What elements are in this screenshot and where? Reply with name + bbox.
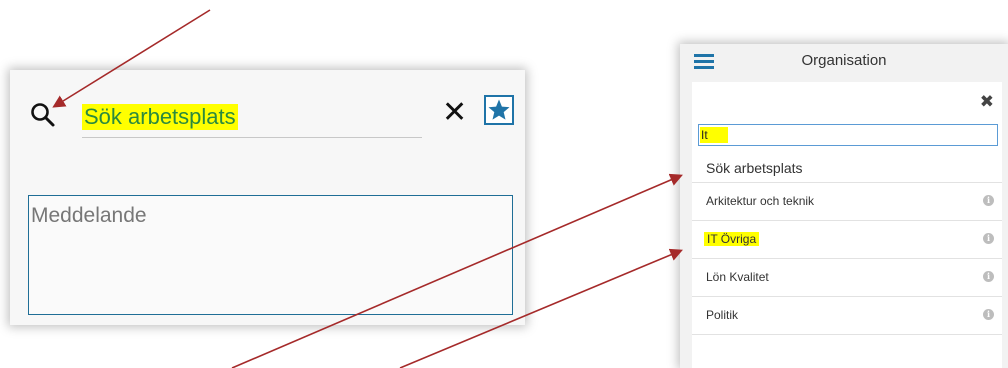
search-row: Sök arbetsplats ✕ <box>10 70 525 170</box>
info-icon[interactable]: i <box>983 233 994 244</box>
organisation-search-input[interactable]: It <box>698 124 998 146</box>
organisation-list: Arkitektur och teknik i IT Övriga i Lön … <box>692 182 1002 368</box>
panel-title: Organisation <box>801 52 887 69</box>
info-icon[interactable]: i <box>983 271 994 282</box>
info-icon[interactable]: i <box>983 195 994 206</box>
list-item-label: IT Övriga <box>704 232 760 246</box>
search-underline <box>82 137 422 138</box>
list-item-label: Arkitektur och teknik <box>706 194 815 208</box>
search-card: Sök arbetsplats ✕ Meddelande <box>10 70 525 325</box>
close-icon[interactable]: ✕ <box>442 98 467 128</box>
search-icon[interactable] <box>30 102 56 128</box>
list-item[interactable]: Politik i <box>692 296 1002 334</box>
star-icon <box>488 99 510 120</box>
search-input[interactable]: Sök arbetsplats <box>82 104 238 130</box>
panel-header: Organisation <box>680 44 1008 80</box>
close-icon[interactable]: ✖ <box>980 92 994 112</box>
list-item-empty <box>692 334 1002 368</box>
list-item-label: Lön Kvalitet <box>706 270 769 284</box>
list-item[interactable]: IT Övriga i <box>692 220 1002 258</box>
favorite-button[interactable] <box>484 95 514 125</box>
message-field[interactable]: Meddelande <box>28 195 513 315</box>
message-placeholder: Meddelande <box>31 204 147 227</box>
list-item-label: Politik <box>706 308 739 322</box>
panel-body: ✖ It Sök arbetsplats Arkitektur och tekn… <box>692 82 1002 368</box>
list-item[interactable]: Arkitektur och teknik i <box>692 182 1002 220</box>
organisation-search-value: It <box>700 127 728 143</box>
section-label: Sök arbetsplats <box>706 160 803 176</box>
organisation-panel: Organisation ✖ It Sök arbetsplats Arkite… <box>680 44 1008 368</box>
list-item[interactable]: Lön Kvalitet i <box>692 258 1002 296</box>
info-icon[interactable]: i <box>983 309 994 320</box>
